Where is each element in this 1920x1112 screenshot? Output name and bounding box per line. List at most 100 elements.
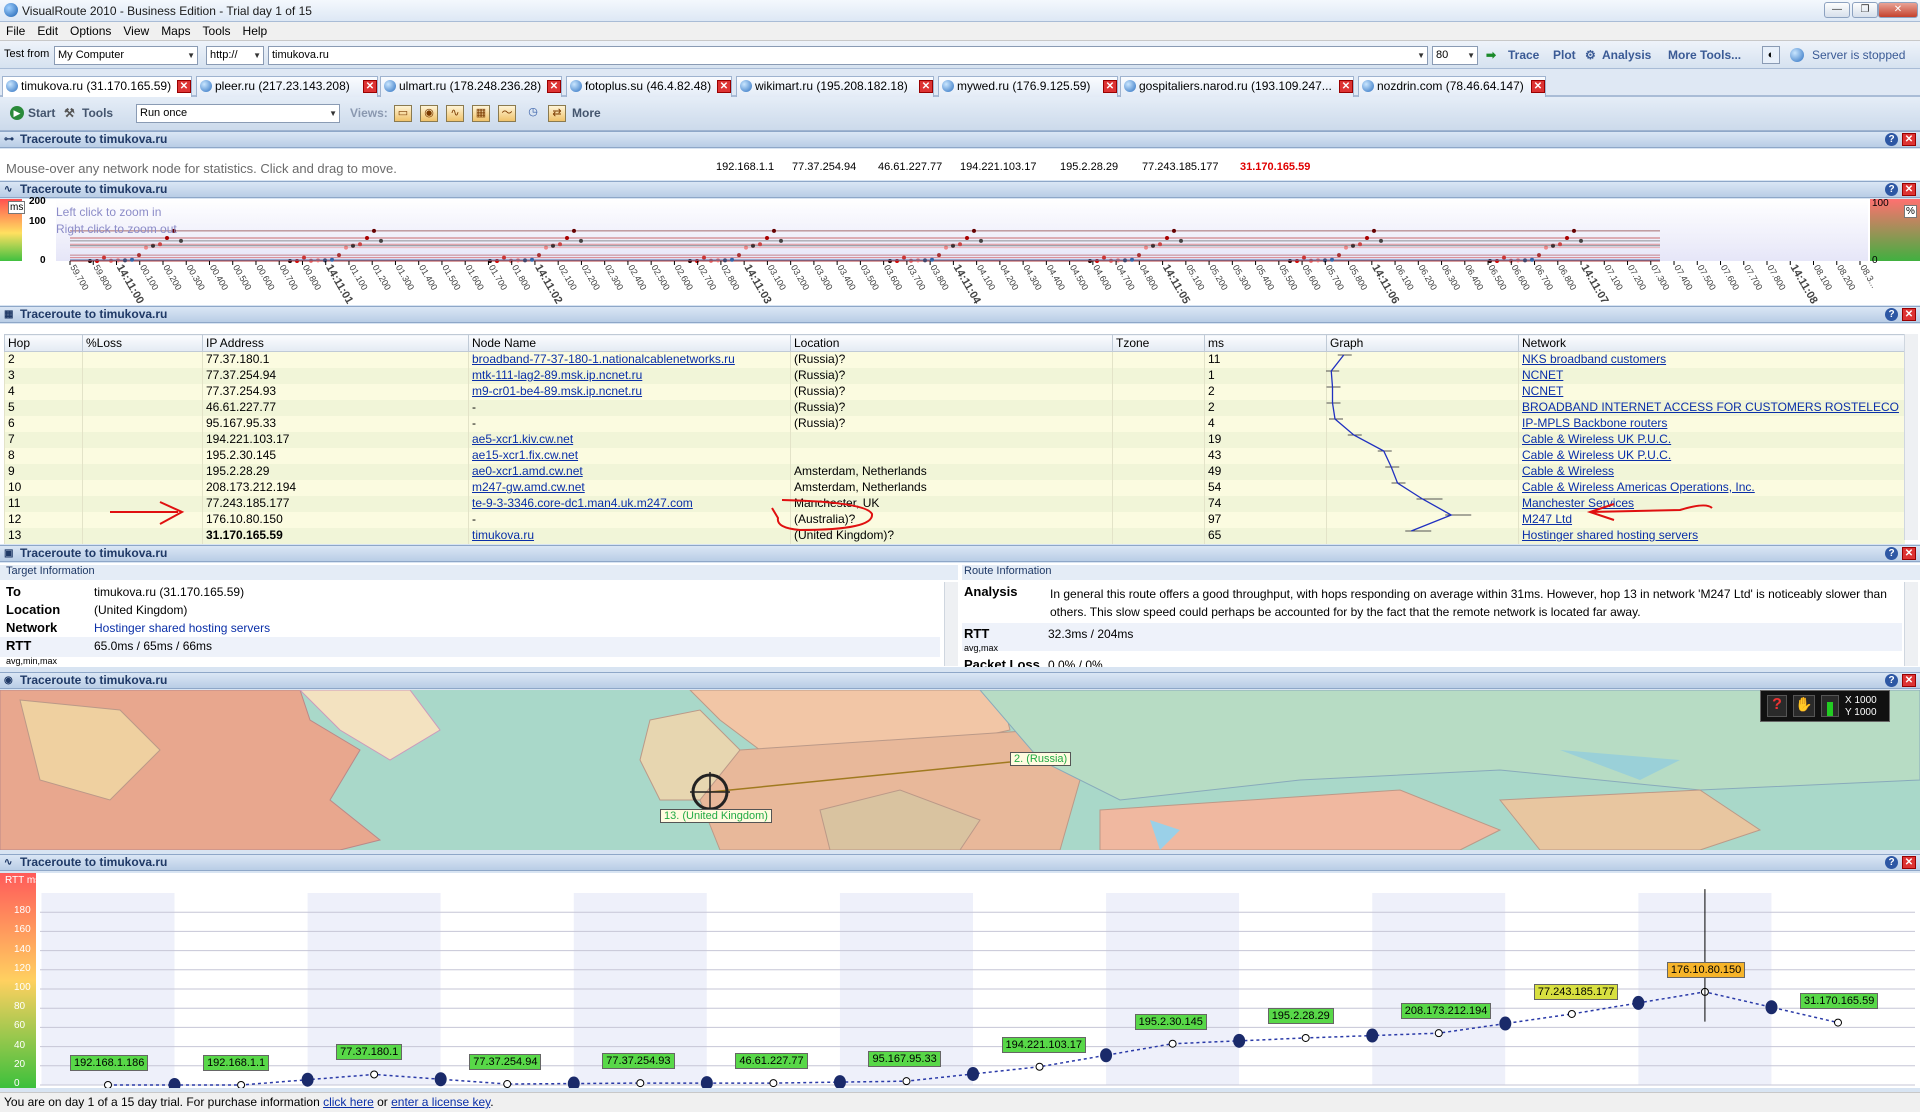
rtt-hop-label[interactable]: 208.173.212.194 — [1400, 1003, 1492, 1020]
rtt-point[interactable] — [370, 1070, 379, 1079]
rtt-point[interactable] — [636, 1079, 645, 1088]
tab-nozdrin[interactable]: nozdrin.com (78.46.64.147) ✕ — [1358, 76, 1546, 97]
rtt-chart[interactable] — [0, 873, 1920, 1092]
rtt-point[interactable] — [769, 1079, 778, 1088]
rtt-hop-label[interactable]: 77.243.185.177 — [1533, 983, 1619, 1000]
map-label-russia[interactable]: 2. (Russia) — [1010, 752, 1072, 766]
rtt-point[interactable] — [1168, 1039, 1177, 1048]
more-views-button[interactable]: More — [572, 106, 601, 120]
rtt-hop-label[interactable]: 176.10.80.150 — [1666, 961, 1746, 978]
view-globe-icon[interactable]: ◉ — [420, 105, 438, 122]
minimize-button[interactable]: — — [1824, 2, 1850, 18]
tab-timukova[interactable]: timukova.ru (31.170.165.59) ✕ — [2, 76, 192, 97]
test-from-select[interactable]: My Computer ▼ — [54, 46, 198, 65]
view-route-icon[interactable]: ⇄ — [548, 105, 566, 122]
menu-view[interactable]: View — [117, 22, 155, 38]
menu-tools[interactable]: Tools — [197, 22, 237, 38]
analysis-button[interactable]: Analysis — [1602, 48, 1651, 62]
target-scrollbar[interactable] — [944, 582, 958, 666]
menu-maps[interactable]: Maps — [155, 22, 196, 38]
rtt-hop-label[interactable]: 195.2.30.145 — [1134, 1013, 1207, 1030]
help-icon[interactable]: ? — [1885, 547, 1898, 560]
run-mode-select[interactable]: Run once ▼ — [136, 104, 340, 123]
trace-button[interactable]: Trace — [1508, 48, 1539, 62]
net-node[interactable]: 46.61.227.77 — [878, 161, 942, 173]
net-node[interactable]: 194.221.103.17 — [960, 161, 1036, 173]
view-clock-icon[interactable]: ◷ — [524, 105, 542, 122]
rtt-point[interactable] — [1567, 1009, 1576, 1018]
map-label-uk[interactable]: 13. (United Kingdom) — [660, 809, 772, 823]
purchase-link[interactable]: click here — [323, 1095, 374, 1109]
rtt-point[interactable] — [1035, 1062, 1044, 1071]
network-graph-panel[interactable]: Mouse-over any network node for statisti… — [0, 149, 1920, 180]
map-canvas[interactable] — [0, 690, 1920, 850]
view-net-icon[interactable]: ▭ — [394, 105, 412, 122]
close-tab-icon[interactable]: ✕ — [919, 80, 933, 93]
rtt-point[interactable] — [1834, 1018, 1842, 1027]
rtt-point[interactable] — [1301, 1033, 1310, 1042]
close-tab-icon[interactable]: ✕ — [363, 80, 377, 93]
rtt-point[interactable] — [503, 1080, 512, 1089]
more-tools-button[interactable]: More Tools... — [1668, 48, 1741, 62]
url-input[interactable]: timukova.ru ▼ — [268, 46, 1428, 65]
tab-pleer[interactable]: pleer.ru (217.23.143.208) ✕ — [196, 76, 378, 97]
close-panel-icon[interactable]: ✕ — [1902, 547, 1916, 560]
view-timeline-icon[interactable]: 〜 — [498, 105, 516, 122]
tab-mywed[interactable]: mywed.ru (176.9.125.59) ✕ — [938, 76, 1118, 97]
view-graph-icon[interactable]: ∿ — [446, 105, 464, 122]
rtt-chart-panel[interactable]: RTT ms 180 160 140 120 100 80 60 40 20 0 192.168.… — [0, 873, 1920, 1092]
tab-wikimart[interactable]: wikimart.ru (195.208.182.18) ✕ — [736, 76, 934, 97]
rtt-hop-label[interactable]: 192.168.1.1 — [203, 1055, 270, 1071]
help-icon[interactable]: ? — [1885, 133, 1898, 146]
help-icon[interactable]: ? — [1885, 308, 1898, 321]
close-tab-icon[interactable]: ✕ — [1103, 80, 1117, 93]
net-node[interactable]: 77.37.254.94 — [792, 161, 856, 173]
menu-edit[interactable]: Edit — [31, 22, 64, 38]
menu-file[interactable]: File — [0, 22, 31, 38]
close-tab-icon[interactable]: ✕ — [717, 80, 731, 93]
close-panel-icon[interactable]: ✕ — [1902, 133, 1916, 146]
net-node[interactable]: 195.2.28.29 — [1060, 161, 1118, 173]
world-map[interactable]: 2. (Russia) 13. (United Kingdom) ? ✋ X 1… — [0, 690, 1920, 850]
license-key-link[interactable]: enter a license key — [391, 1095, 490, 1109]
rtt-hop-label[interactable]: 46.61.227.77 — [735, 1053, 808, 1070]
rtt-hop-label[interactable]: 195.2.28.29 — [1267, 1007, 1334, 1024]
net-node[interactable]: 192.168.1.1 — [716, 161, 774, 173]
net-node-target[interactable]: 31.170.165.59 — [1240, 161, 1310, 173]
rtt-hop-label[interactable]: 194.221.103.17 — [1001, 1036, 1086, 1053]
port-select[interactable]: 80 ▼ — [1432, 46, 1478, 65]
close-tab-icon[interactable]: ✕ — [177, 80, 191, 93]
rtt-hop-label[interactable]: 77.37.254.93 — [602, 1053, 675, 1070]
rtt-hop-label[interactable]: 77.37.254.94 — [469, 1054, 542, 1071]
menu-help[interactable]: Help — [237, 22, 274, 38]
close-tab-icon[interactable]: ✕ — [1531, 80, 1545, 93]
timeline-panel[interactable]: 59.700 59.800 14:11:00 00.100 00.200 00.300 00… — [0, 196, 1920, 307]
close-panel-icon[interactable]: ✕ — [1902, 183, 1916, 196]
help-icon[interactable]: ? — [1885, 183, 1898, 196]
rtt-point[interactable] — [237, 1081, 246, 1089]
view-table-icon[interactable]: ▦ — [472, 105, 490, 122]
zoom-tool-icon[interactable]: ? — [1767, 695, 1787, 717]
rtt-hop-label[interactable]: 77.37.180.1 — [336, 1044, 403, 1061]
tab-gospitaliers[interactable]: gospitaliers.narod.ru (193.109.247... ✕ — [1120, 76, 1354, 97]
close-panel-icon[interactable]: ✕ — [1902, 308, 1916, 321]
protocol-select[interactable]: http:// ▼ — [206, 46, 264, 65]
network-value[interactable]: Hostinger shared hosting servers — [94, 621, 270, 635]
timeline-chart[interactable]: 59.700 59.800 14:11:0000.100 00.200 00.300 00… — [0, 199, 1920, 307]
net-node[interactable]: 77.243.185.177 — [1142, 161, 1218, 173]
start-button[interactable]: Start — [28, 106, 55, 120]
rtt-point[interactable] — [104, 1081, 112, 1089]
plot-button[interactable]: Plot — [1553, 48, 1576, 62]
tab-ulmart[interactable]: ulmart.ru (178.248.236.28) ✕ — [380, 76, 562, 97]
rtt-point[interactable] — [1434, 1029, 1443, 1038]
tab-fotoplus[interactable]: fotoplus.su (46.4.82.48) ✕ — [566, 76, 732, 97]
rtt-hop-label[interactable]: 192.168.1.186 — [70, 1055, 149, 1071]
close-window-button[interactable]: ✕ — [1878, 2, 1918, 18]
menu-options[interactable]: Options — [64, 22, 117, 38]
route-scrollbar[interactable] — [1904, 582, 1918, 666]
server-icon[interactable]: ◐ — [1762, 46, 1780, 64]
close-panel-icon[interactable]: ✕ — [1902, 674, 1916, 687]
tools-button[interactable]: Tools — [82, 106, 113, 120]
help-icon[interactable]: ? — [1885, 674, 1898, 687]
hand-tool-icon[interactable]: ✋ — [1793, 695, 1815, 717]
